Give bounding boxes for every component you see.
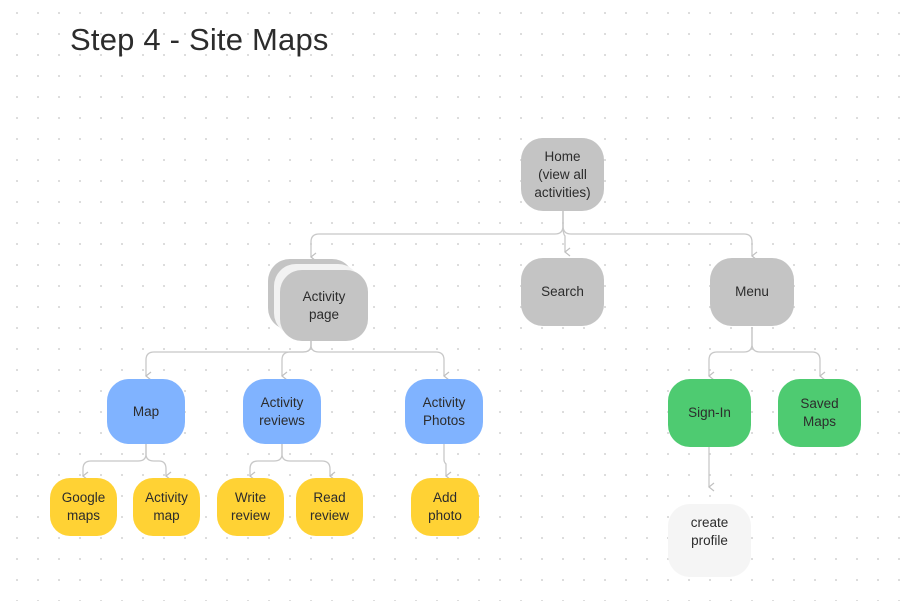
node-activity-page-label: Activity page — [302, 288, 346, 322]
edge-home-menu — [562, 211, 758, 261]
node-read-review[interactable]: Read review — [296, 478, 363, 536]
node-saved-maps-label: Saved Maps — [800, 396, 839, 429]
node-activity-map[interactable]: Activity map — [133, 478, 200, 536]
node-add-photo-label: Add photo — [428, 490, 462, 523]
node-write-review-label: Write review — [230, 490, 270, 523]
edge-menu-saved-maps — [751, 327, 826, 381]
node-activity-reviews[interactable]: Activity reviews — [243, 379, 321, 444]
node-map-label: Map — [132, 403, 160, 419]
node-google-maps-label: Google maps — [61, 490, 106, 523]
edge-map-google-maps — [82, 444, 147, 481]
edge-reviews-write — [249, 444, 283, 481]
node-search[interactable]: Search — [521, 258, 604, 326]
edge-activity-page-map — [145, 341, 312, 381]
node-home-label: Home (view all activities) — [534, 148, 591, 200]
node-google-maps[interactable]: Google maps — [50, 478, 117, 536]
node-create-profile-label: create profile — [690, 515, 729, 548]
edge-photos-add-photo — [443, 444, 452, 481]
edge-home-activity-page — [310, 211, 564, 262]
node-menu[interactable]: Menu — [710, 258, 794, 326]
node-activity-reviews-label: Activity reviews — [259, 394, 305, 428]
node-sign-in[interactable]: Sign-In — [668, 379, 751, 447]
node-activity-map-label: Activity map — [145, 490, 188, 523]
node-saved-maps[interactable]: Saved Maps — [778, 379, 861, 447]
node-menu-label: Menu — [735, 284, 769, 299]
edge-activity-page-reviews — [281, 341, 312, 381]
node-map[interactable]: Map — [107, 379, 185, 444]
node-write-review[interactable]: Write review — [217, 478, 284, 536]
node-read-review-label: Read review — [309, 490, 349, 523]
node-add-photo[interactable]: Add photo — [411, 478, 479, 536]
node-sign-in-label: Sign-In — [688, 405, 731, 420]
edge-menu-sign-in — [708, 327, 753, 381]
node-activity-photos-label: Activity Photos — [422, 394, 466, 428]
edge-reviews-read — [281, 444, 336, 481]
node-search-label: Search — [541, 284, 584, 299]
edge-activity-page-photos — [310, 341, 450, 381]
node-create-profile[interactable]: create profile — [668, 504, 751, 577]
node-activity-page[interactable]: Activity page — [280, 270, 368, 341]
edge-map-activity-map — [145, 444, 172, 481]
node-home[interactable]: Home (view all activities) — [521, 138, 604, 211]
node-activity-photos[interactable]: Activity Photos — [405, 379, 483, 444]
